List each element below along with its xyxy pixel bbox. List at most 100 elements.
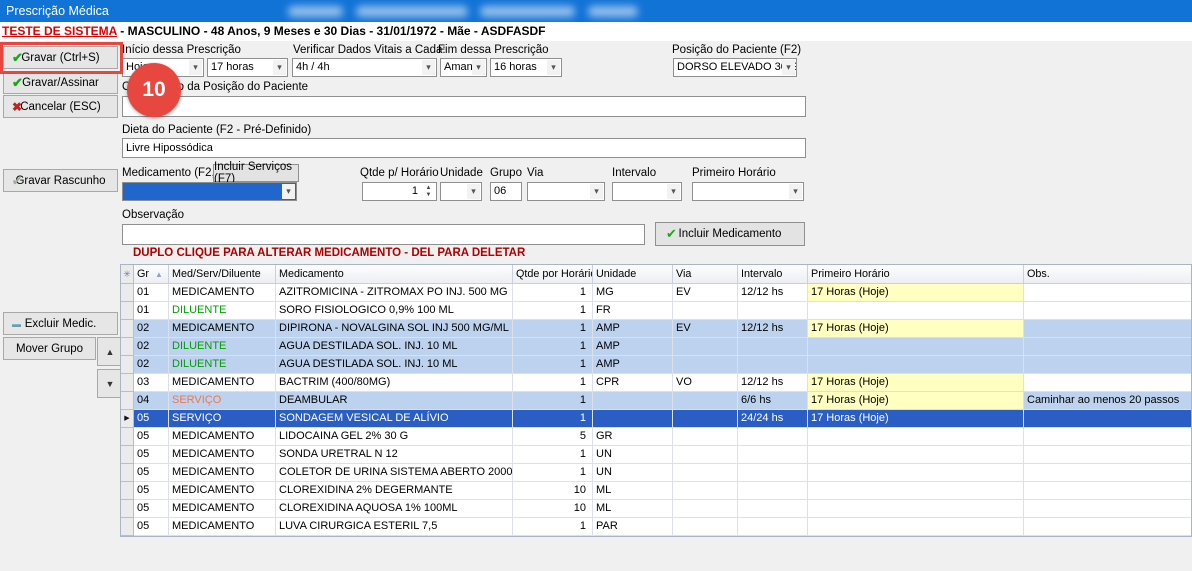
row-indicator[interactable] <box>121 302 134 320</box>
column-header-qtde[interactable]: Qtde por Horário <box>513 265 593 284</box>
cell-tipo: SERVIÇO <box>169 392 276 410</box>
table-row[interactable]: 01MEDICAMENTOAZITROMICINA - ZITROMAX PO … <box>121 284 1191 302</box>
cell-via <box>673 428 738 446</box>
table-row[interactable]: 02MEDICAMENTODIPIRONA - NOVALGINA SOL IN… <box>121 320 1191 338</box>
save-sign-button[interactable]: ✔ Gravar/Assinar <box>3 71 118 94</box>
row-indicator[interactable] <box>121 518 134 536</box>
cell-gr: 05 <box>134 410 169 428</box>
row-indicator[interactable] <box>121 464 134 482</box>
cell-primeiro-horario <box>808 518 1024 536</box>
table-row[interactable]: 05MEDICAMENTOCLOREXIDINA AQUOSA 1% 100ML… <box>121 500 1191 518</box>
cell-intervalo: 24/24 hs <box>738 410 808 428</box>
cell-obs <box>1024 446 1191 464</box>
move-group-button[interactable]: Mover Grupo <box>3 337 96 360</box>
save-draft-button[interactable]: ✔ Gravar Rascunho <box>3 169 118 192</box>
stepper-arrows-icon[interactable]: ▲▼ <box>422 183 435 200</box>
column-header-gr[interactable]: Gr▲ <box>134 265 169 284</box>
header-star-cell[interactable]: ✳ <box>121 265 134 284</box>
cell-primeiro-horario: 17 Horas (Hoje) <box>808 374 1024 392</box>
cell-medicamento: AGUA DESTILADA SOL. INJ. 10 ML <box>276 338 513 356</box>
column-header-via[interactable]: Via <box>673 265 738 284</box>
diet-field[interactable]: Livre Hipossódica <box>122 138 806 158</box>
cell-qtde: 10 <box>513 482 593 500</box>
cell-qtde: 1 <box>513 374 593 392</box>
table-row[interactable]: 05MEDICAMENTOSONDA URETRAL N 121UN <box>121 446 1191 464</box>
route-combo[interactable]: ▾ <box>527 182 605 201</box>
cell-obs <box>1024 464 1191 482</box>
group-field[interactable]: 06 <box>490 182 522 201</box>
include-medication-button[interactable]: ✔ Incluir Medicamento <box>655 222 805 246</box>
grid-header: ✳ Gr▲ Med/Serv/Diluente Medicamento Qtde… <box>121 265 1191 284</box>
cell-intervalo <box>738 518 808 536</box>
cell-medicamento: LUVA CIRURGICA ESTERIL 7,5 <box>276 518 513 536</box>
table-row[interactable]: 02DILUENTEAGUA DESTILADA SOL. INJ. 10 ML… <box>121 356 1191 374</box>
first-time-combo[interactable]: ▾ <box>692 182 804 201</box>
table-row[interactable]: ▶05SERVIÇOSONDAGEM VESICAL DE ALÍVIO124/… <box>121 410 1191 428</box>
cell-obs: Caminhar ao menos 20 passos <box>1024 392 1191 410</box>
table-row[interactable]: 03MEDICAMENTOBACTRIM (400/80MG)1CPRVO12/… <box>121 374 1191 392</box>
cell-unidade: AMP <box>593 338 673 356</box>
cell-medicamento: DEAMBULAR <box>276 392 513 410</box>
cell-unidade: MG <box>593 284 673 302</box>
row-indicator[interactable] <box>121 392 134 410</box>
cell-via <box>673 302 738 320</box>
delete-med-button[interactable]: ▬ Excluir Medic. <box>3 312 118 335</box>
row-indicator[interactable] <box>121 338 134 356</box>
table-row[interactable]: 05MEDICAMENTOLUVA CIRURGICA ESTERIL 7,51… <box>121 518 1191 536</box>
cell-intervalo <box>738 500 808 518</box>
route-label: Via <box>527 167 543 179</box>
table-row[interactable]: 01DILUENTESORO FISIOLOGICO 0,9% 100 ML1F… <box>121 302 1191 320</box>
include-services-button[interactable]: Incluir Serviços (F7) <box>213 164 299 182</box>
qty-per-hour-stepper[interactable]: 1 ▲▼ <box>362 182 437 201</box>
table-row[interactable]: 02DILUENTEAGUA DESTILADA SOL. INJ. 10 ML… <box>121 338 1191 356</box>
table-row[interactable]: 05MEDICAMENTOCLOREXIDINA 2% DEGERMANTE10… <box>121 482 1191 500</box>
row-indicator[interactable] <box>121 356 134 374</box>
cell-tipo: MEDICAMENTO <box>169 446 276 464</box>
row-indicator[interactable]: ▶ <box>121 410 134 428</box>
table-row[interactable]: 05MEDICAMENTOLIDOCAINA GEL 2% 30 G5GR <box>121 428 1191 446</box>
cell-intervalo: 12/12 hs <box>738 374 808 392</box>
grid-body: 01MEDICAMENTOAZITROMICINA - ZITROMAX PO … <box>121 284 1191 536</box>
end-day-combo[interactable]: Amanhã▾ <box>440 58 487 77</box>
position-observation-field[interactable] <box>122 96 806 117</box>
column-header-intervalo[interactable]: Intervalo <box>738 265 808 284</box>
row-indicator[interactable] <box>121 374 134 392</box>
cell-via <box>673 392 738 410</box>
column-header-medicamento[interactable]: Medicamento <box>276 265 513 284</box>
observation-field[interactable] <box>122 224 645 245</box>
window-title: Prescrição Médica <box>6 0 109 22</box>
column-header-tipo[interactable]: Med/Serv/Diluente <box>169 265 276 284</box>
cell-qtde: 10 <box>513 500 593 518</box>
cell-gr: 05 <box>134 464 169 482</box>
patient-position-combo[interactable]: DORSO ELEVADO 30 G▾ <box>673 58 797 77</box>
unit-combo[interactable]: ▾ <box>440 182 482 201</box>
row-indicator[interactable] <box>121 500 134 518</box>
column-header-unidade[interactable]: Unidade <box>593 265 673 284</box>
column-header-primeiro-horario[interactable]: Primeiro Horário <box>808 265 1024 284</box>
vitals-interval-combo[interactable]: 4h / 4h▾ <box>292 58 437 77</box>
cell-tipo: DILUENTE <box>169 356 276 374</box>
cell-medicamento: SORO FISIOLOGICO 0,9% 100 ML <box>276 302 513 320</box>
row-indicator[interactable] <box>121 482 134 500</box>
cancel-button[interactable]: ✖ Cancelar (ESC) <box>3 95 118 118</box>
end-hour-combo[interactable]: 16 horas▾ <box>490 58 562 77</box>
row-indicator[interactable] <box>121 284 134 302</box>
table-row[interactable]: 04SERVIÇODEAMBULAR16/6 hs17 Horas (Hoje)… <box>121 392 1191 410</box>
interval-combo[interactable]: ▾ <box>612 182 682 201</box>
annotation-rectangle <box>0 42 123 74</box>
annotation-number: 10 <box>142 78 165 102</box>
cell-qtde: 1 <box>513 392 593 410</box>
cell-unidade: ML <box>593 482 673 500</box>
column-header-obs[interactable]: Obs. <box>1024 265 1191 284</box>
table-row[interactable]: 05MEDICAMENTOCOLETOR DE URINA SISTEMA AB… <box>121 464 1191 482</box>
cell-tipo: SERVIÇO <box>169 410 276 428</box>
row-indicator[interactable] <box>121 446 134 464</box>
start-hour-combo[interactable]: 17 horas▾ <box>207 58 288 77</box>
medication-combo[interactable]: ▾ <box>122 182 297 201</box>
chevron-down-icon: ▾ <box>789 184 802 199</box>
cell-via <box>673 356 738 374</box>
unit-label: Unidade <box>440 167 483 179</box>
row-indicator[interactable] <box>121 320 134 338</box>
cell-via: EV <box>673 320 738 338</box>
row-indicator[interactable] <box>121 428 134 446</box>
